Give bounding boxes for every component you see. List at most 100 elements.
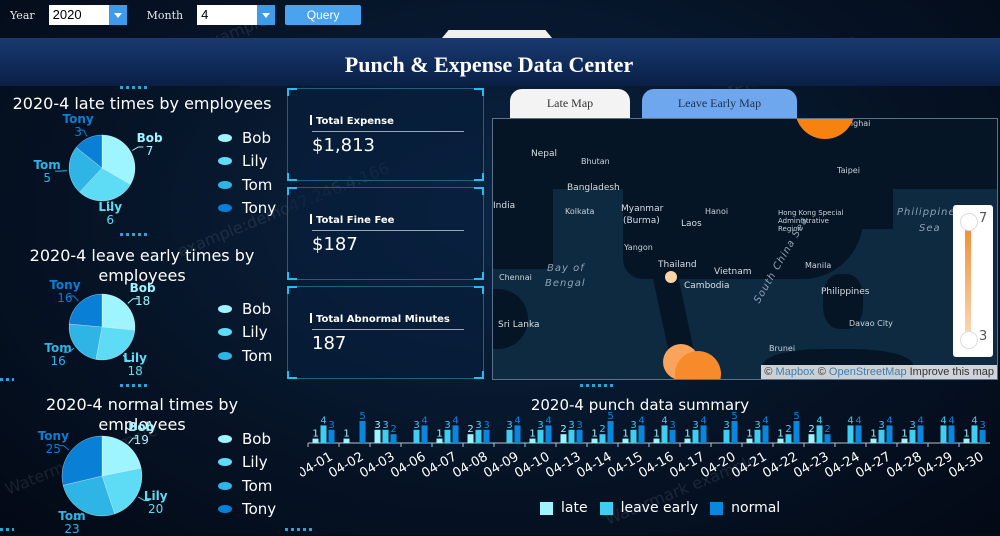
legend-label-normal[interactable]: normal <box>731 500 780 516</box>
bar-normal-04-02[interactable] <box>359 421 366 443</box>
month-value: 4 <box>201 7 209 22</box>
bar-normal-04-13[interactable] <box>576 429 583 443</box>
bar-leave-early-04-06[interactable] <box>413 429 420 443</box>
bar-normal-04-27[interactable] <box>886 425 893 443</box>
bar-normal-04-20[interactable] <box>731 421 738 443</box>
legend-item-tom[interactable]: Tom <box>218 474 276 498</box>
bar-normal-04-01[interactable] <box>328 429 335 443</box>
bar-data-label: 3 <box>483 420 489 431</box>
osm-link[interactable]: OpenStreetMap <box>829 366 907 378</box>
visual-map-legend[interactable]: 7 3 <box>953 205 993 357</box>
legend-label-late[interactable]: late <box>561 500 588 516</box>
legend-label: Tom <box>242 346 273 365</box>
map-bubble[interactable] <box>665 271 677 283</box>
improve-map-link[interactable]: Improve this map <box>910 366 994 378</box>
legend-item-lily[interactable]: Lily <box>218 321 272 345</box>
bar-leave-early-04-13[interactable] <box>568 429 575 443</box>
bar-normal-04-10[interactable] <box>545 425 552 443</box>
map-attribution: © Mapbox © OpenStreetMap Improve this ma… <box>761 365 997 379</box>
bar-leave-early-04-10[interactable] <box>537 429 544 443</box>
tab-leave-early-map[interactable]: Leave Early Map <box>642 89 797 119</box>
bar-normal-04-09[interactable] <box>514 425 521 443</box>
bar-normal-04-17[interactable] <box>700 425 707 443</box>
year-select[interactable]: 2020 <box>48 5 127 25</box>
bar-data-label: 4 <box>661 415 667 426</box>
legend-item-tom[interactable]: Tom <box>218 344 272 368</box>
month-select[interactable]: 4 <box>197 5 276 25</box>
bar-leave-early-04-08[interactable] <box>475 429 482 443</box>
month-label: Month <box>146 8 184 22</box>
bar-data-label: 3 <box>413 420 419 431</box>
bar-normal-04-15[interactable] <box>638 425 645 443</box>
legend-item-bob[interactable]: Bob <box>218 297 272 321</box>
panel-decoration <box>0 528 14 531</box>
bar-leave-early-04-22[interactable] <box>785 434 792 443</box>
bar-leave-early-04-16[interactable] <box>661 425 668 443</box>
bar-normal-04-28[interactable] <box>917 425 924 443</box>
bar-leave-early-04-30[interactable] <box>971 425 978 443</box>
bar-normal-04-24[interactable] <box>855 425 862 443</box>
bar-normal-04-03[interactable] <box>390 434 397 443</box>
bar-normal-04-07[interactable] <box>452 425 459 443</box>
legend-item-lily[interactable]: Lily <box>218 150 276 174</box>
bar-late-04-08[interactable] <box>467 434 474 443</box>
bar-normal-04-14[interactable] <box>607 421 614 443</box>
bar-leave-early-04-29[interactable] <box>940 425 947 443</box>
bar-leave-early-04-28[interactable] <box>909 429 916 443</box>
pie-label-bob: Bob 7 <box>134 131 166 158</box>
bar-leave-early-04-03[interactable] <box>382 429 389 443</box>
legend-item-tom[interactable]: Tom <box>218 173 276 197</box>
bar-normal-04-16[interactable] <box>669 429 676 443</box>
chevron-down-icon[interactable] <box>108 5 127 25</box>
bar-late-04-13[interactable] <box>560 434 567 443</box>
map-label: Hanoi <box>705 207 729 216</box>
query-button[interactable]: Query <box>285 5 362 25</box>
bar-normal-04-21[interactable] <box>762 425 769 443</box>
legend-item-bob[interactable]: Bob <box>218 427 276 451</box>
map-canvas[interactable]: Nepal Bhutan Bangladesh India Kolkata My… <box>492 118 998 380</box>
bar-normal-04-06[interactable] <box>421 425 428 443</box>
visual-map-handle-max[interactable] <box>960 213 978 231</box>
bar-leave-early-04-20[interactable] <box>723 429 730 443</box>
map-label: Laos <box>681 219 702 229</box>
legend-swatch-leave-early[interactable] <box>599 501 613 515</box>
bar-leave-early-04-23[interactable] <box>816 425 823 443</box>
bar-leave-early-04-07[interactable] <box>444 429 451 443</box>
tab-late-map[interactable]: Late Map <box>510 89 630 119</box>
bar-leave-early-04-09[interactable] <box>506 429 513 443</box>
bar-leave-early-04-01[interactable] <box>320 425 327 443</box>
visual-map-handle-min[interactable] <box>960 331 978 349</box>
bar-normal-04-23[interactable] <box>824 434 831 443</box>
bar-leave-early-04-21[interactable] <box>754 429 761 443</box>
legend-swatch-normal[interactable] <box>710 501 724 515</box>
bar-data-label: 3 <box>506 420 512 431</box>
bar-leave-early-04-27[interactable] <box>878 429 885 443</box>
bar-data-label: 3 <box>669 420 675 431</box>
legend-swatch <box>218 180 232 189</box>
legend-item-tony[interactable]: Tony <box>218 197 276 221</box>
bar-data-label: 3 <box>909 420 915 431</box>
bar-leave-early-04-24[interactable] <box>847 425 854 443</box>
bar-normal-04-22[interactable] <box>793 421 800 443</box>
bar-normal-04-30[interactable] <box>979 429 986 443</box>
chevron-down-icon[interactable] <box>257 5 276 25</box>
bar-leave-early-04-17[interactable] <box>692 429 699 443</box>
legend-swatch <box>218 157 232 166</box>
bar-late-04-23[interactable] <box>808 434 815 443</box>
bar-data-label: 1 <box>777 429 783 440</box>
bar-leave-early-04-15[interactable] <box>630 429 637 443</box>
legend-item-tony[interactable]: Tony <box>218 498 276 522</box>
legend-label: Tom <box>242 175 273 194</box>
legend-label: Lily <box>242 323 268 342</box>
mapbox-link[interactable]: Mapbox <box>776 366 815 378</box>
legend-label-leave-early[interactable]: leave early <box>621 500 699 516</box>
bar-late-04-03[interactable] <box>374 429 381 443</box>
legend-item-bob[interactable]: Bob <box>218 126 276 150</box>
legend-item-lily[interactable]: Lily <box>218 451 276 475</box>
legend-swatch <box>218 458 232 467</box>
pie-label-lily: Lily 20 <box>140 490 172 516</box>
bar-normal-04-08[interactable] <box>483 429 490 443</box>
legend-swatch-late[interactable] <box>540 501 553 515</box>
bar-normal-04-29[interactable] <box>948 425 955 443</box>
bar-leave-early-04-14[interactable] <box>599 434 606 443</box>
